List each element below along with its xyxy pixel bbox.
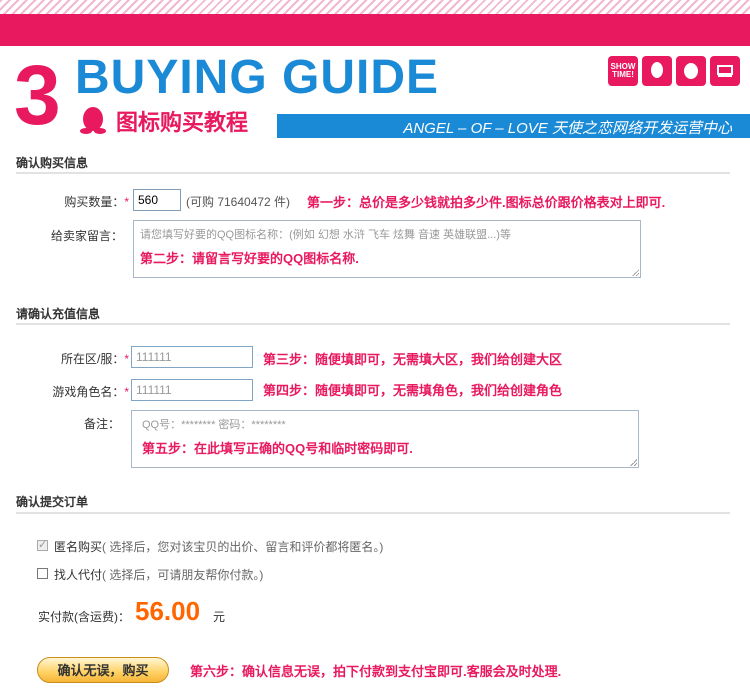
subtitle-bar: ANGEL – OF – LOVE 天使之恋网络开发运营中心 [277,114,750,138]
qty-available: (可购 71640472 件) [186,195,291,209]
pay-label: 实付款(含运费)： [38,610,130,624]
role-input[interactable]: 111111 [131,379,253,401]
qq-icon [676,56,706,86]
proxy-pay-checkbox[interactable] [37,568,48,579]
sewing-machine-icon [710,56,740,86]
message-placeholder: 请您填写好要的QQ图标名称：(例如 幻想 水浒 飞车 炫舞 音速 英雄联盟...… [140,229,511,241]
subtitle-cn: 图标购买教程 [116,110,249,135]
resize-handle[interactable] [632,269,639,276]
divider [16,172,730,174]
step-number: 3 [14,48,61,142]
resize-handle[interactable] [630,459,637,466]
qty-input[interactable]: 560 [133,189,181,211]
message-label: 给卖家留言： [50,229,123,243]
section-heading-submit: 确认提交订单 [16,495,89,509]
subtitle-en: ANGEL – OF – LOVE 天使之恋网络开发运营中心 [403,120,732,137]
anonymous-label: 匿名购买( 选择后，您对该宝贝的出价、留言和评价都将匿名。) [54,540,384,554]
step6-note: 第六步：确认信息无误，拍下付款到支付宝即可.客服会及时处理. [190,664,562,679]
message-textarea[interactable]: 请您填写好要的QQ图标名称：(例如 幻想 水浒 飞车 炫舞 音速 英雄联盟...… [133,220,641,278]
proxy-pay-label: 找人代付( 选择后，可请朋友帮你付款。) [54,568,264,582]
step2-note: 第二步：请留言写好要的QQ图标名称. [140,251,359,266]
total-price: 56.00 [135,596,201,626]
top-pink-bar [0,14,750,46]
step5-note: 第五步：在此填写正确的QQ号和临时密码即可. [142,441,413,456]
penguin-icon [642,56,672,86]
page-title: BUYING GUIDE [75,51,440,104]
role-label: 游戏角色名：* [52,385,129,399]
header-badges: SHOW TIME! [608,56,740,86]
step4-note: 第四步：随便填即可，无需填角色，我们给创建角色 [263,383,563,398]
show-time-icon: SHOW TIME! [608,56,638,86]
price-unit: 元 [213,610,226,624]
remark-placeholder: QQ号：******** 密码：******** [142,419,286,431]
confirm-purchase-button[interactable]: 确认无误，购买 [37,657,169,683]
section-heading-recharge: 请确认充值信息 [16,307,101,321]
remark-label: 备注： [83,417,120,431]
top-stripe [0,0,750,14]
step1-note: 第一步：总价是多少钱就拍多少件.图标总价跟价格表对上即可. [307,195,666,210]
server-label: 所在区/服：* [60,352,129,366]
anonymous-checkbox[interactable] [37,538,48,551]
section-heading-purchase: 确认购买信息 [16,156,89,170]
remark-textarea[interactable]: QQ号：******** 密码：******** 第五步：在此填写正确的QQ号和… [131,410,639,468]
divider [16,323,730,325]
qty-label: 购买数量：* [64,195,129,209]
qq-penguin-icon [80,107,106,134]
step3-note: 第三步：随便填即可，无需填大区，我们给创建大区 [263,352,563,367]
divider [16,512,730,514]
server-input[interactable]: 111111 [131,346,253,368]
